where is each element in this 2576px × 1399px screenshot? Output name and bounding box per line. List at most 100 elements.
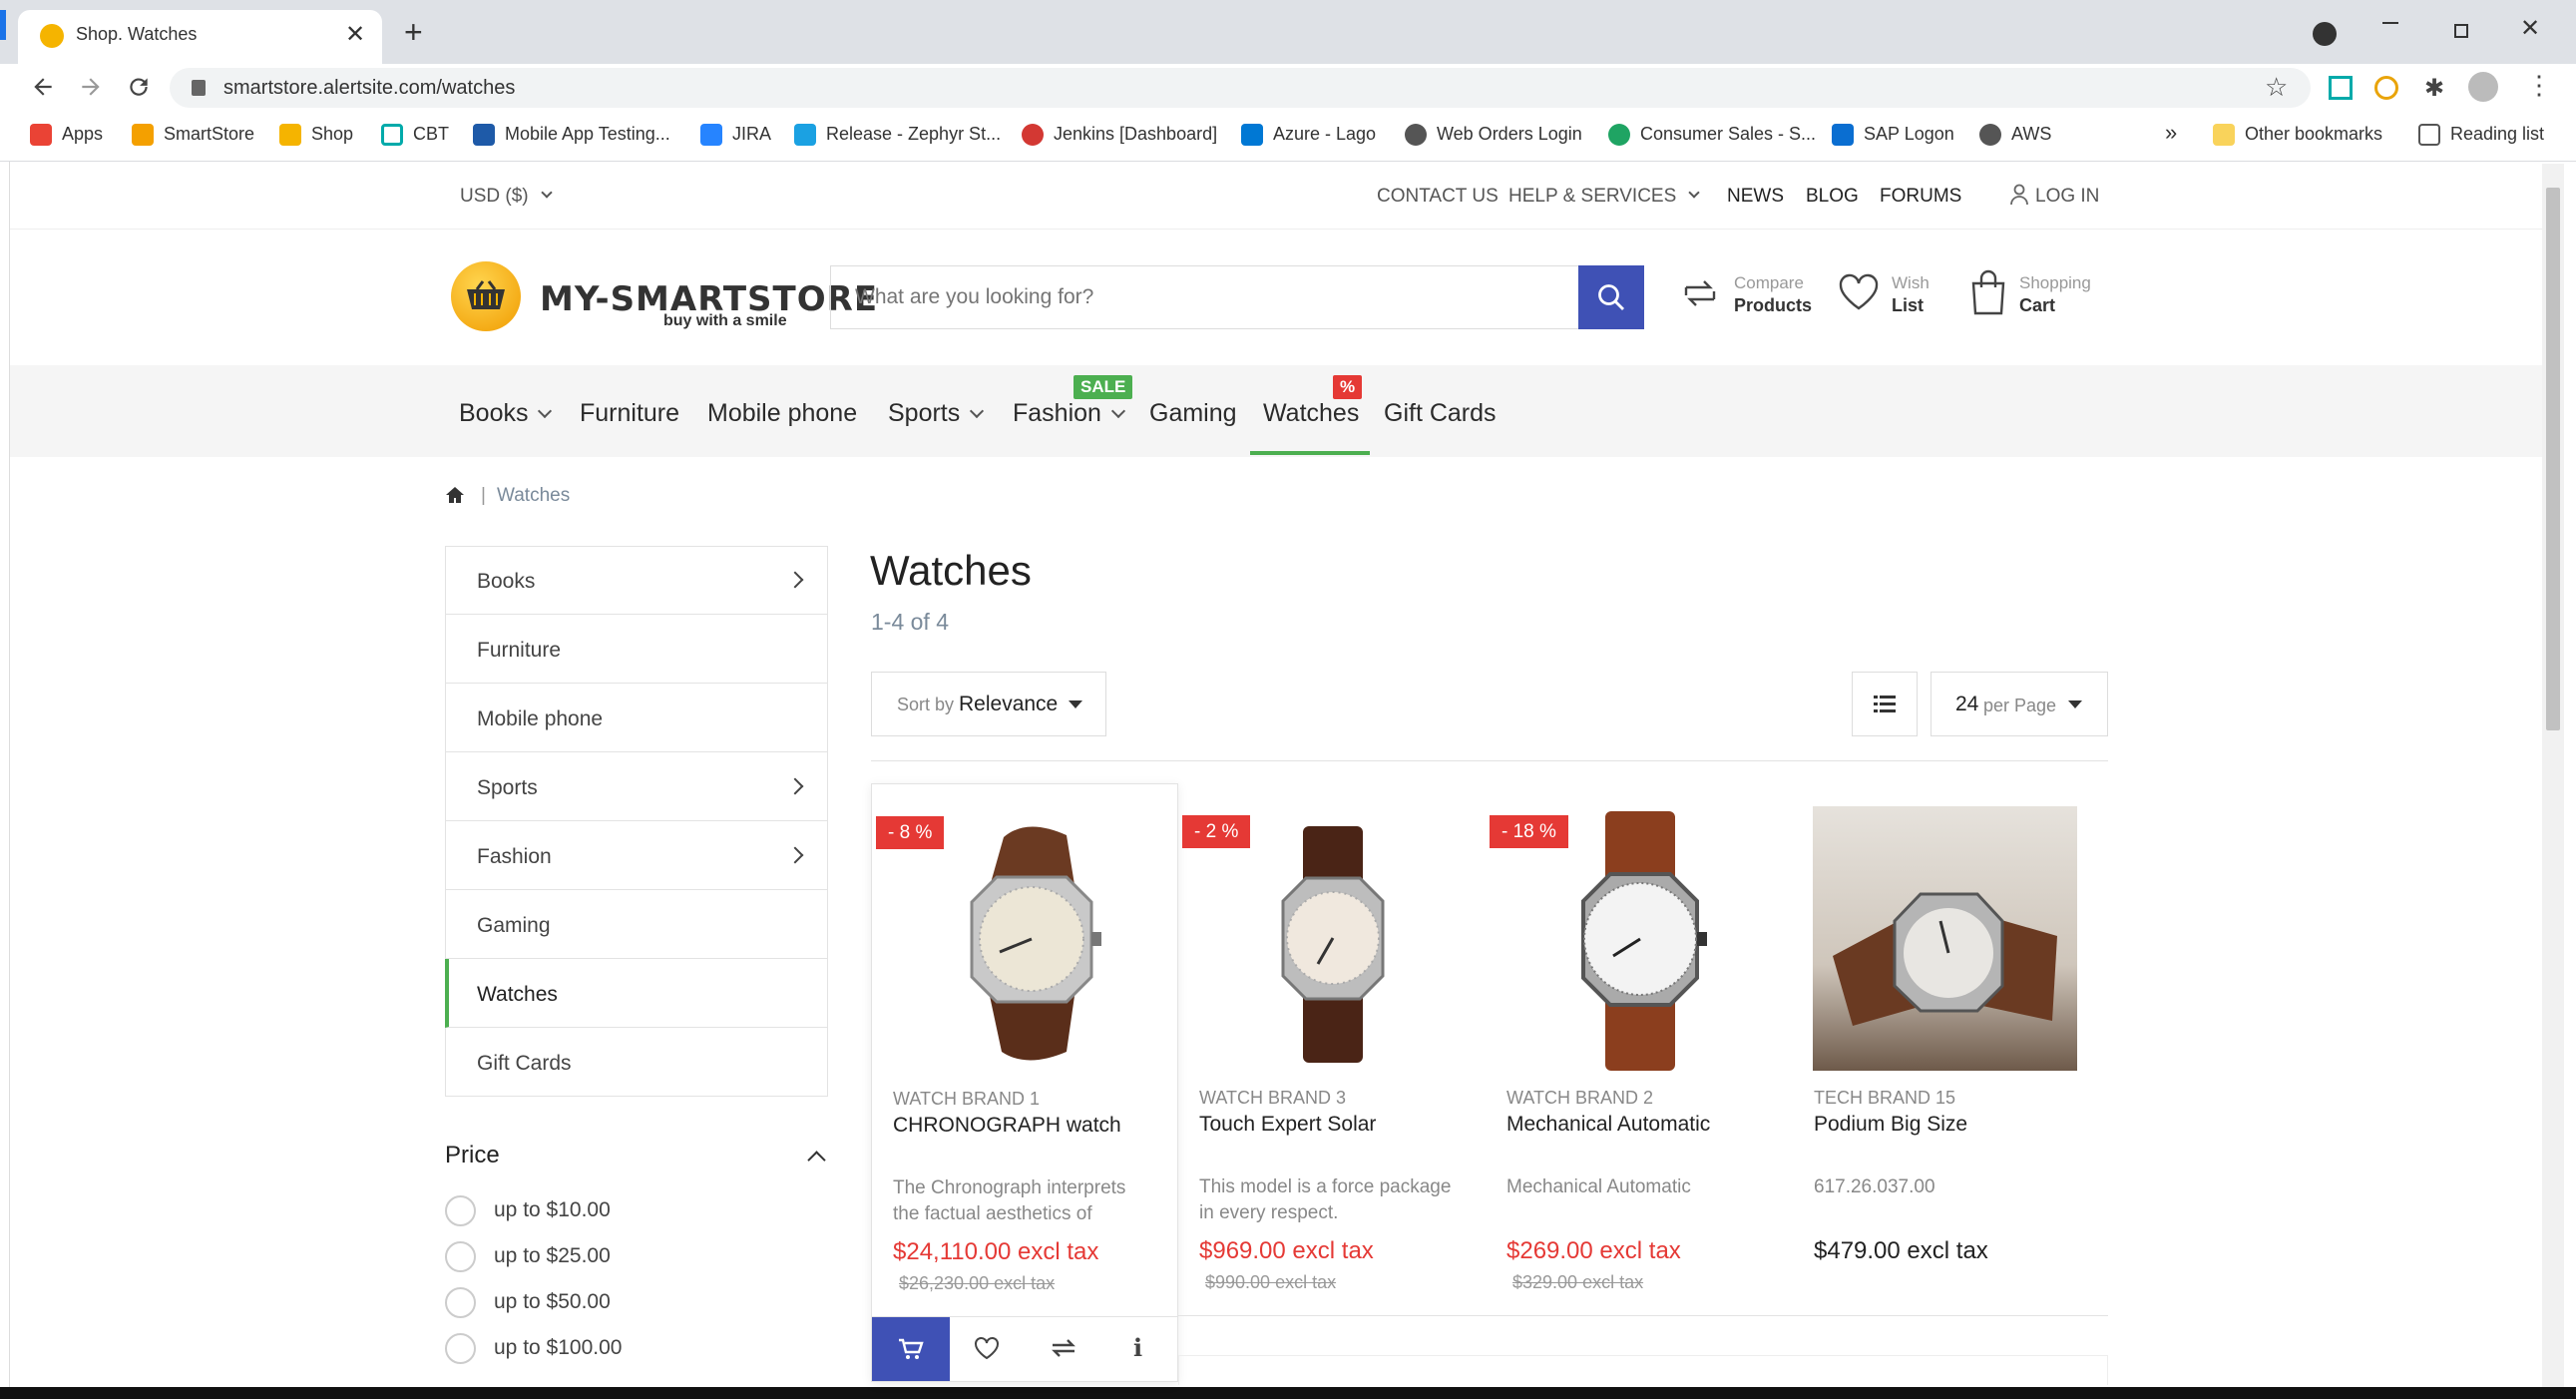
back-icon[interactable] bbox=[30, 74, 56, 100]
news-link[interactable]: NEWS bbox=[1727, 186, 1784, 208]
bookmark-zephyr[interactable]: Release - Zephyr St... bbox=[794, 124, 1001, 147]
bookmark-consumer-sales[interactable]: Consumer Sales - S... bbox=[1608, 124, 1816, 147]
browser-tab[interactable]: Shop. Watches ✕ bbox=[18, 10, 382, 64]
price-option-100[interactable]: up to $100.00 bbox=[445, 1333, 622, 1364]
product-card[interactable]: - 8 % WATCH BRAND 1 CHRONOGRAPH watch Th… bbox=[871, 783, 1178, 1382]
reading-list[interactable]: Reading list bbox=[2418, 124, 2544, 147]
price-option-10[interactable]: up to $10.00 bbox=[445, 1195, 611, 1226]
scrollbar-thumb[interactable] bbox=[2546, 188, 2560, 730]
forward-icon[interactable] bbox=[78, 74, 104, 100]
product-card[interactable]: - 2 % WATCH BRAND 3 Touch Expert Solar T… bbox=[1178, 783, 1486, 1382]
extension-2-icon[interactable] bbox=[2374, 76, 2398, 100]
bookmark-web-orders[interactable]: Web Orders Login bbox=[1405, 124, 1582, 147]
sidebar-item-books[interactable]: Books bbox=[445, 546, 828, 615]
search-input[interactable] bbox=[831, 266, 1577, 328]
product-brand[interactable]: TECH BRAND 15 bbox=[1814, 1088, 1955, 1109]
per-page-dropdown[interactable]: 24 per Page bbox=[1931, 672, 2108, 736]
sidebar-item-watches[interactable]: Watches bbox=[445, 959, 828, 1028]
bookmark-smartstore[interactable]: SmartStore bbox=[132, 124, 254, 147]
bookmark-cbt[interactable]: CBT bbox=[381, 124, 449, 147]
restore-icon[interactable] bbox=[2454, 24, 2468, 38]
extension-icon[interactable] bbox=[2329, 76, 2353, 100]
close-window-icon[interactable]: ✕ bbox=[2520, 14, 2540, 43]
list-view-icon bbox=[1874, 696, 1896, 712]
jira-favicon-icon bbox=[700, 124, 722, 147]
add-to-cart-button[interactable] bbox=[872, 1317, 950, 1381]
product-brand[interactable]: WATCH BRAND 3 bbox=[1199, 1088, 1346, 1109]
radio-button[interactable] bbox=[445, 1241, 476, 1272]
wishlist-heart-icon[interactable] bbox=[974, 1336, 1000, 1360]
currency-selector[interactable]: USD ($) bbox=[460, 186, 553, 208]
compare-products[interactable]: Compare Products bbox=[1680, 269, 1820, 325]
nav-fashion[interactable]: Fashion bbox=[1013, 399, 1126, 428]
nav-gift-cards[interactable]: Gift Cards bbox=[1384, 399, 1497, 428]
sidebar-item-furniture[interactable]: Furniture bbox=[445, 615, 828, 684]
address-bar[interactable]: smartstore.alertsite.com/watches ☆ bbox=[170, 68, 2311, 108]
home-icon[interactable] bbox=[445, 486, 465, 504]
wish-list[interactable]: Wish List bbox=[1838, 269, 1947, 325]
nav-watches[interactable]: Watches bbox=[1263, 399, 1359, 428]
bookmark-azure[interactable]: Azure - Lago bbox=[1241, 124, 1376, 147]
shopping-cart[interactable]: Shopping Cart bbox=[1969, 269, 2109, 325]
search-button[interactable] bbox=[1578, 265, 1644, 329]
product-old-price: $990.00 excl tax bbox=[1205, 1272, 1337, 1292]
price-option-25[interactable]: up to $25.00 bbox=[445, 1241, 611, 1272]
bookmark-aws[interactable]: AWS bbox=[1979, 124, 2051, 147]
minimize-icon[interactable] bbox=[2382, 22, 2398, 24]
product-brand[interactable]: WATCH BRAND 1 bbox=[893, 1089, 1040, 1110]
help-services-menu[interactable]: HELP & SERVICES bbox=[1508, 186, 1700, 208]
login-link[interactable]: LOG IN bbox=[2035, 186, 2099, 208]
chevron-up-icon[interactable] bbox=[807, 1151, 826, 1169]
menu-kebab-icon[interactable]: ⋮ bbox=[2526, 70, 2552, 101]
blog-link[interactable]: BLOG bbox=[1806, 186, 1859, 208]
nav-books[interactable]: Books bbox=[459, 399, 553, 428]
list-view-button[interactable] bbox=[1852, 672, 1918, 736]
price-filter-title[interactable]: Price bbox=[445, 1142, 500, 1169]
product-card[interactable]: TECH BRAND 15 Podium Big Size 617.26.037… bbox=[1793, 783, 2100, 1382]
contact-us-link[interactable]: CONTACT US bbox=[1377, 186, 1499, 208]
bookmark-jira[interactable]: JIRA bbox=[700, 124, 771, 147]
breadcrumb-current[interactable]: Watches bbox=[497, 485, 570, 507]
bookmark-apps[interactable]: Apps bbox=[30, 124, 103, 147]
product-brand[interactable]: WATCH BRAND 2 bbox=[1506, 1088, 1653, 1109]
nav-gaming[interactable]: Gaming bbox=[1149, 399, 1237, 428]
product-name[interactable]: Touch Expert Solar bbox=[1199, 1113, 1376, 1137]
product-image[interactable] bbox=[1813, 806, 2077, 1071]
listing-divider bbox=[871, 760, 2108, 761]
profile-avatar-icon[interactable] bbox=[2468, 72, 2498, 102]
product-name[interactable]: CHRONOGRAPH watch bbox=[893, 1114, 1121, 1138]
bookmark-mobile-app-testing[interactable]: Mobile App Testing... bbox=[473, 124, 670, 147]
bookmark-jenkins[interactable]: Jenkins [Dashboard] bbox=[1022, 124, 1217, 147]
radio-button[interactable] bbox=[445, 1195, 476, 1226]
other-bookmarks[interactable]: Other bookmarks bbox=[2213, 124, 2382, 147]
sidebar-item-gaming[interactable]: Gaming bbox=[445, 890, 828, 959]
product-name[interactable]: Podium Big Size bbox=[1814, 1113, 1967, 1137]
sidebar-item-gift-cards[interactable]: Gift Cards bbox=[445, 1028, 828, 1097]
tab-search-icon[interactable] bbox=[2313, 22, 2337, 46]
bookmarks-overflow-icon[interactable]: » bbox=[2165, 120, 2177, 146]
product-name[interactable]: Mechanical Automatic bbox=[1506, 1113, 1710, 1137]
puzzle-icon[interactable]: ✱ bbox=[2424, 74, 2444, 103]
radio-button[interactable] bbox=[445, 1287, 476, 1318]
page-scrollbar[interactable] bbox=[2542, 164, 2564, 1387]
logo-icon[interactable] bbox=[451, 261, 521, 331]
nav-mobile-phone[interactable]: Mobile phone bbox=[707, 399, 857, 428]
sidebar-item-fashion[interactable]: Fashion bbox=[445, 821, 828, 890]
tab-close-icon[interactable]: ✕ bbox=[345, 20, 365, 49]
nav-furniture[interactable]: Furniture bbox=[580, 399, 679, 428]
new-tab-icon[interactable]: + bbox=[404, 16, 423, 48]
bookmark-star-icon[interactable]: ☆ bbox=[2265, 72, 2288, 103]
nav-sports[interactable]: Sports bbox=[888, 399, 985, 428]
radio-button[interactable] bbox=[445, 1333, 476, 1364]
sidebar-item-mobile-phone[interactable]: Mobile phone bbox=[445, 684, 828, 752]
sort-dropdown[interactable]: Sort by Relevance bbox=[871, 672, 1106, 736]
price-option-50[interactable]: up to $50.00 bbox=[445, 1287, 611, 1318]
compare-arrows-icon[interactable] bbox=[1050, 1337, 1077, 1359]
product-card[interactable]: - 18 % WATCH BRAND 2 Mechanical Automati… bbox=[1486, 783, 1793, 1382]
reload-icon[interactable] bbox=[126, 74, 152, 100]
bookmark-shop[interactable]: Shop bbox=[279, 124, 353, 147]
info-icon[interactable]: i bbox=[1133, 1333, 1142, 1362]
sidebar-item-sports[interactable]: Sports bbox=[445, 752, 828, 821]
forums-link[interactable]: FORUMS bbox=[1880, 186, 1961, 208]
bookmark-sap[interactable]: SAP Logon bbox=[1832, 124, 1954, 147]
